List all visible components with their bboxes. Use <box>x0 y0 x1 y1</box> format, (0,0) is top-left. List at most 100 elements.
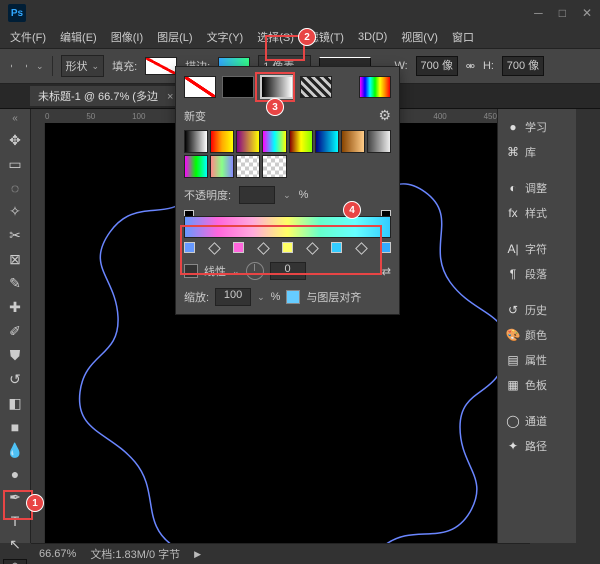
menu-layer[interactable]: 图层(L) <box>157 29 192 45</box>
midpoint[interactable] <box>208 242 221 255</box>
blur-tool[interactable]: 💧 <box>3 441 27 460</box>
preset[interactable] <box>341 130 365 153</box>
preset[interactable] <box>210 155 234 178</box>
panel-paragraph[interactable]: ¶段落 <box>502 264 572 284</box>
midpoint[interactable] <box>257 242 270 255</box>
preset[interactable] <box>184 130 208 153</box>
panel-paths[interactable]: ✦路径 <box>502 436 572 456</box>
menu-type[interactable]: 文字(Y) <box>207 29 244 45</box>
lasso-tool[interactable]: ◌ <box>3 179 27 197</box>
dodge-tool[interactable]: ● <box>3 465 27 483</box>
menu-file[interactable]: 文件(F) <box>10 29 46 45</box>
gradient-popup: 新变 ⚙ 不透明度: ⌄ % <box>175 66 400 315</box>
patch-tool[interactable]: ✚ <box>3 298 27 317</box>
magic-wand-tool[interactable]: ✧ <box>3 202 27 221</box>
panel-channels[interactable]: ◯通道 <box>502 411 572 431</box>
panel-adjustments[interactable]: ◐调整 <box>502 178 572 198</box>
panel-learn[interactable]: ●学习 <box>502 117 572 137</box>
linear-checkbox[interactable] <box>184 264 198 278</box>
color-stop[interactable] <box>380 242 391 253</box>
preset[interactable] <box>367 130 391 153</box>
angle-dial-icon[interactable] <box>246 262 264 280</box>
linear-label: 线性 <box>204 263 226 279</box>
fill-label: 填充: <box>112 58 137 74</box>
panel-color[interactable]: 🎨颜色 <box>502 325 572 345</box>
panel-history[interactable]: ↺历史 <box>502 300 572 320</box>
preset[interactable] <box>236 155 260 178</box>
midpoint[interactable] <box>355 242 368 255</box>
panel-label: 样式 <box>525 205 547 221</box>
panel-label: 历史 <box>525 302 547 318</box>
menu-window[interactable]: 窗口 <box>452 29 474 45</box>
brush-tool[interactable]: ✐ <box>3 322 27 341</box>
width-field[interactable]: 700 像 <box>416 56 458 76</box>
color-stop[interactable] <box>331 242 342 253</box>
scale-field[interactable]: 100 <box>215 288 251 306</box>
fill-swatch[interactable] <box>145 57 177 75</box>
fill-type-gradient[interactable] <box>260 75 294 99</box>
midpoint[interactable] <box>306 242 319 255</box>
history-brush-tool[interactable]: ↺ <box>3 370 27 389</box>
shape-tool[interactable]: ⬡ <box>3 559 27 564</box>
marquee-tool[interactable]: ▭ <box>3 155 27 174</box>
mode-select[interactable]: 形状 ⌄ <box>61 55 105 77</box>
minimize-button[interactable]: ─ <box>534 6 543 20</box>
height-field[interactable]: 700 像 <box>502 56 544 76</box>
current-tool-icon[interactable] <box>10 57 28 75</box>
tool-preset-chevron-icon[interactable]: ⌄ <box>36 61 44 72</box>
close-tab-icon[interactable]: × <box>167 91 173 103</box>
crop-tool[interactable]: ✂ <box>3 226 27 245</box>
type-tool[interactable]: T <box>3 512 27 530</box>
gear-icon[interactable]: ⚙ <box>378 107 391 124</box>
eyedropper-tool[interactable]: ✎ <box>3 274 27 293</box>
angle-field[interactable]: 0 <box>270 262 306 280</box>
menu-view[interactable]: 视图(V) <box>401 29 438 45</box>
preset[interactable] <box>262 155 286 178</box>
fill-type-solid[interactable] <box>222 76 254 98</box>
preset[interactable] <box>210 130 234 153</box>
stamp-tool[interactable]: ⛊ <box>3 346 27 365</box>
frame-tool[interactable]: ⊠ <box>3 250 27 269</box>
reverse-icon[interactable]: ⇄ <box>382 265 391 278</box>
color-stop[interactable] <box>282 242 293 253</box>
preset[interactable] <box>289 130 313 153</box>
align-checkbox[interactable] <box>286 290 300 304</box>
preset[interactable] <box>262 130 286 153</box>
panel-character[interactable]: A|字符 <box>502 239 572 259</box>
maximize-button[interactable]: □ <box>559 6 566 20</box>
preset[interactable] <box>184 155 208 178</box>
panel-libraries[interactable]: ⌘库 <box>502 142 572 162</box>
menu-select[interactable]: 选择(S) <box>257 29 294 45</box>
app-icon: Ps <box>8 4 26 22</box>
scale-label: 缩放: <box>184 289 209 305</box>
link-icon[interactable]: ⚮ <box>466 60 475 73</box>
close-button[interactable]: ✕ <box>582 6 592 20</box>
panel-properties[interactable]: ▤属性 <box>502 350 572 370</box>
paragraph-icon: ¶ <box>506 267 520 281</box>
opacity-field[interactable] <box>239 186 275 204</box>
preset[interactable] <box>236 130 260 153</box>
menu-image[interactable]: 图像(I) <box>111 29 143 45</box>
doc-tab[interactable]: 未标题-1 @ 66.7% (多边 × <box>30 86 182 106</box>
chevron-right-icon[interactable]: ▶ <box>194 549 201 560</box>
zoom-level[interactable]: 66.67% <box>39 548 76 560</box>
color-picker-button[interactable] <box>359 76 391 98</box>
pen-tool[interactable]: ✒ <box>3 488 27 507</box>
fill-type-pattern[interactable] <box>300 76 332 98</box>
preset[interactable] <box>315 130 339 153</box>
gradient-editor-strip[interactable] <box>184 216 391 238</box>
color-stop[interactable] <box>233 242 244 253</box>
color-stop[interactable] <box>184 242 195 253</box>
panel-swatches[interactable]: ▦色板 <box>502 375 572 395</box>
menu-3d[interactable]: 3D(D) <box>358 31 387 43</box>
gradient-tool[interactable]: ■ <box>3 418 27 436</box>
menu-edit[interactable]: 编辑(E) <box>60 29 97 45</box>
move-tool[interactable]: ✥ <box>3 131 27 150</box>
fill-type-none[interactable] <box>184 76 216 98</box>
eraser-tool[interactable]: ◧ <box>3 394 27 413</box>
titlebar: Ps ─ □ ✕ <box>0 0 600 26</box>
panel-styles[interactable]: fx样式 <box>502 203 572 223</box>
path-tool[interactable]: ↖ <box>3 535 27 554</box>
toolbar-chevron-icon[interactable]: « <box>12 113 18 124</box>
toolbar: « ✥▭◌✧✂⊠✎✚✐⛊↺◧■💧●✒T↖⬡✋ <box>0 109 31 543</box>
